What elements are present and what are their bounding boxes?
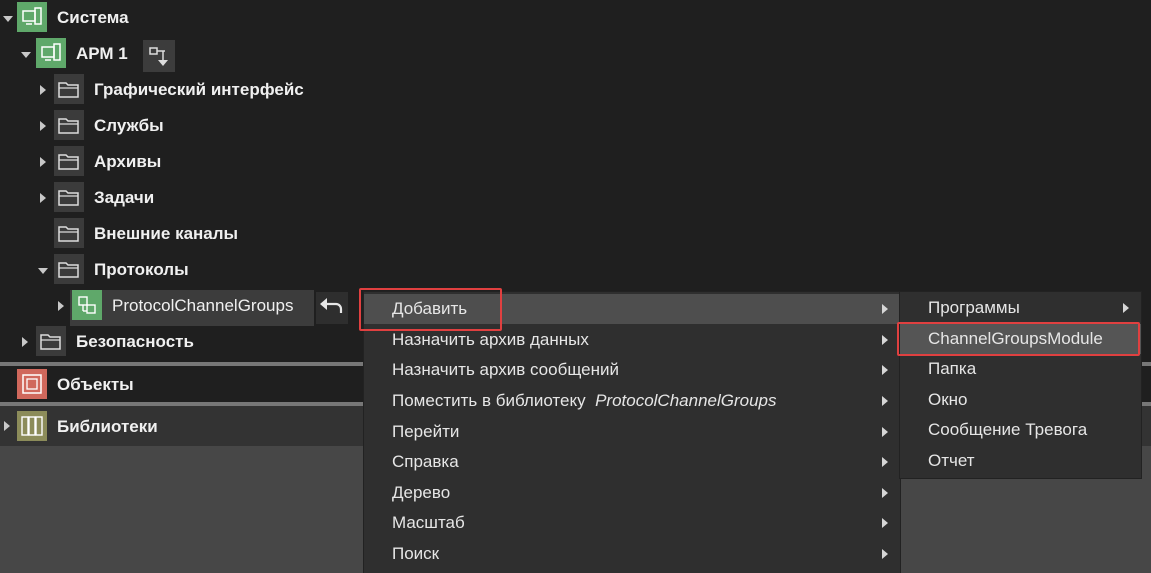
menu-item-label: Окно — [928, 390, 968, 409]
menu-item-help[interactable]: Справка — [364, 447, 900, 477]
submenu-arrow-icon — [882, 335, 888, 345]
tree-node-label: Безопасность — [76, 332, 194, 351]
tree-node-label: Система — [57, 8, 129, 27]
submenu-arrow-icon — [882, 396, 888, 406]
tree-node-archives[interactable]: Архивы — [0, 144, 1151, 180]
tree-node-protocols[interactable]: Протоколы — [0, 252, 1151, 288]
folder-icon — [54, 218, 84, 248]
menu-item-label: Папка — [928, 359, 977, 378]
tree-node-label: Задачи — [94, 188, 155, 207]
tree-node-label: Внешние каналы — [94, 224, 239, 243]
submenu-arrow-icon — [1123, 303, 1129, 313]
menu-item-scale[interactable]: Масштаб — [364, 508, 900, 538]
add-submenu: Программы ChannelGroupsModule Папка Окно… — [900, 292, 1141, 478]
menu-item-label: Дерево — [392, 483, 451, 502]
folder-icon — [54, 254, 84, 284]
system-icon — [17, 2, 47, 32]
menu-item-label: Масштаб — [392, 513, 465, 532]
arm-action-button[interactable] — [143, 40, 175, 72]
tree-node-external-channels[interactable]: Внешние каналы — [0, 216, 1151, 252]
highlight-box-channel-groups-module — [897, 322, 1140, 356]
expand-arrow-icon[interactable] — [3, 16, 13, 22]
expand-arrow-icon[interactable] — [38, 268, 48, 274]
menu-item-label-text: Поместить в библиотеку — [392, 391, 586, 410]
menu-item-label: Поиск — [392, 544, 440, 563]
channel-groups-icon — [72, 290, 102, 320]
context-menu: Добавить Назначить архив данных Назначит… — [364, 292, 900, 573]
undo-icon — [320, 298, 343, 313]
tree-node-label: Службы — [94, 116, 164, 135]
menu-item-go[interactable]: Перейти — [364, 417, 900, 447]
expand-arrow-icon[interactable] — [40, 85, 46, 95]
expand-arrow-icon[interactable] — [40, 193, 46, 203]
expand-arrow-icon[interactable] — [22, 337, 28, 347]
tree-node-label: Графический интерфейс — [94, 80, 304, 99]
expand-arrow-icon[interactable] — [40, 157, 46, 167]
expand-arrow-icon[interactable] — [58, 301, 64, 311]
highlight-box-add — [359, 288, 502, 331]
objects-icon — [17, 369, 47, 399]
tree-node-label: ProtocolChannelGroups — [112, 296, 294, 315]
tree-node-system[interactable]: Система — [0, 0, 1151, 36]
folder-icon — [54, 182, 84, 212]
submenu-arrow-icon — [882, 304, 888, 314]
menu-item-label: Поместить в библиотеку ProtocolChannelGr… — [392, 391, 777, 411]
section-label: Библиотеки — [57, 417, 158, 436]
folder-icon — [54, 146, 84, 176]
submenu-item-alarm-message[interactable]: Сообщение Тревога — [900, 415, 1141, 445]
tree-node-gui[interactable]: Графический интерфейс — [0, 72, 1151, 108]
menu-item-label: Отчет — [928, 451, 975, 470]
tree-node-label: АРМ 1 — [76, 44, 128, 63]
menu-item-tree[interactable]: Дерево — [364, 478, 900, 508]
expand-arrow-icon[interactable] — [4, 421, 10, 431]
folder-icon — [54, 110, 84, 140]
submenu-arrow-icon — [882, 365, 888, 375]
submenu-arrow-icon — [882, 488, 888, 498]
submenu-item-window[interactable]: Окно — [900, 385, 1141, 415]
expand-arrow-icon[interactable] — [40, 121, 46, 131]
menu-item-label: Программы — [928, 298, 1020, 317]
deploy-icon — [149, 47, 168, 66]
submenu-item-folder[interactable]: Папка — [900, 354, 1141, 384]
workstation-icon — [36, 38, 66, 68]
folder-icon — [36, 326, 66, 356]
menu-item-label: Справка — [392, 452, 459, 471]
section-label: Объекты — [57, 375, 134, 394]
menu-item-label: Сообщение Тревога — [928, 420, 1088, 439]
folder-icon — [54, 74, 84, 104]
tree-node-label: Архивы — [94, 152, 162, 171]
libraries-icon — [17, 411, 47, 441]
undo-button[interactable] — [316, 292, 348, 324]
tree-node-label: Протоколы — [94, 260, 189, 279]
menu-item-search[interactable]: Поиск — [364, 539, 900, 569]
expand-arrow-icon[interactable] — [21, 52, 31, 58]
menu-item-label: Назначить архив сообщений — [392, 360, 619, 379]
menu-item-label-suffix: ProtocolChannelGroups — [595, 391, 777, 410]
submenu-item-report[interactable]: Отчет — [900, 446, 1141, 476]
submenu-arrow-icon — [882, 427, 888, 437]
menu-item-put-in-library[interactable]: Поместить в библиотеку ProtocolChannelGr… — [364, 386, 900, 416]
submenu-arrow-icon — [882, 549, 888, 559]
tree-node-services[interactable]: Службы — [0, 108, 1151, 144]
menu-item-assign-message-archive[interactable]: Назначить архив сообщений — [364, 355, 900, 385]
submenu-arrow-icon — [882, 518, 888, 528]
submenu-arrow-icon — [882, 457, 888, 467]
menu-item-label: Перейти — [392, 422, 460, 441]
menu-item-label: Назначить архив данных — [392, 330, 589, 349]
submenu-item-programs[interactable]: Программы — [900, 293, 1141, 323]
tree-node-tasks[interactable]: Задачи — [0, 180, 1151, 216]
